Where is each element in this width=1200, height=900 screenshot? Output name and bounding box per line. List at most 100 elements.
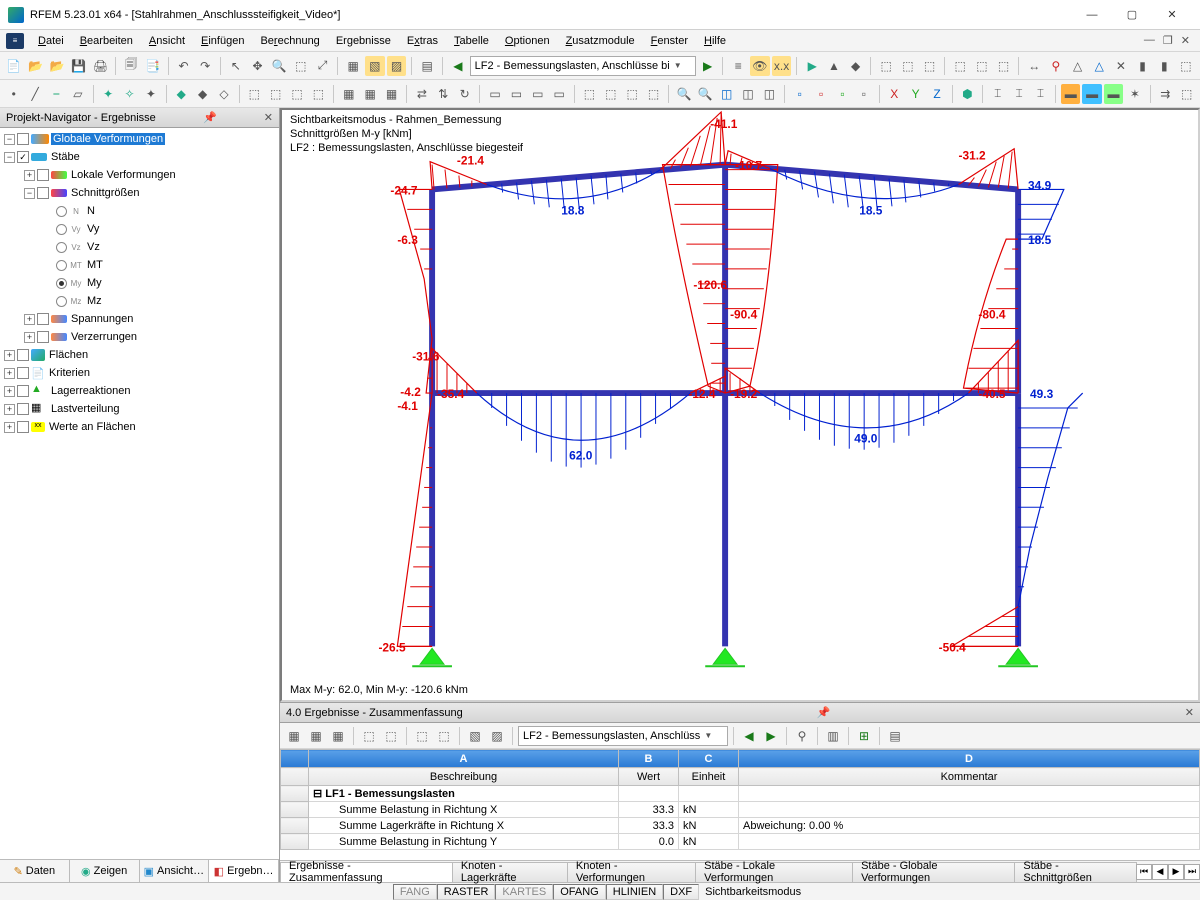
menu-ergebnisse[interactable]: Ergebnisse [328,33,399,49]
tree-lokale-verformungen[interactable]: Lokale Verformungen [69,169,178,181]
status-hlinien[interactable]: HLINIEN [606,884,663,900]
tree-expand-icon[interactable]: + [24,314,35,325]
results-grid[interactable]: A B C D Beschreibung Wert Einheit Kommen… [280,749,1200,860]
persp-icon[interactable]: ◫ [738,84,757,104]
status-dxf[interactable]: DXF [663,884,699,900]
misc12-icon[interactable]: ▮ [1133,56,1153,76]
t2c-icon[interactable]: ✦ [141,84,160,104]
misc4-icon[interactable]: ⬚ [898,56,918,76]
menu-zusatzmodule[interactable]: Zusatzmodule [558,33,643,49]
misc2-icon[interactable]: ◆ [846,56,866,76]
tree-force-mt[interactable]: MT [85,259,105,271]
tree-checkbox[interactable] [17,133,29,145]
misc1-icon[interactable]: ▲ [824,56,844,76]
col-hdr-blank[interactable] [281,768,309,786]
t2o-icon[interactable]: ⇅ [434,84,453,104]
t2l-icon[interactable]: ▦ [361,84,380,104]
tree-checkbox[interactable] [37,169,49,181]
sec-icon[interactable]: ⌶ [988,84,1007,104]
tree-checkbox[interactable] [37,331,49,343]
t2g-icon[interactable]: ⬚ [245,84,264,104]
misc13-icon[interactable]: ▮ [1154,56,1174,76]
menu-datei[interactable]: Datei [30,33,72,49]
zoom-win-icon[interactable]: ⬚ [291,56,311,76]
rtb-excel-icon[interactable]: ⊞ [854,726,874,746]
dims-icon[interactable]: ↔ [1024,56,1044,76]
tree-expand-icon[interactable]: + [4,422,15,433]
rtb-next-icon[interactable]: ▶ [761,726,781,746]
t2m-icon[interactable]: ▦ [382,84,401,104]
xy-icon[interactable]: ▫ [790,84,809,104]
print-icon[interactable]: 🖨 [91,56,111,76]
iso-icon[interactable]: ◫ [717,84,736,104]
render-icon[interactable]: ▧ [365,56,385,76]
t2t-icon[interactable]: ▭ [549,84,568,104]
status-fang[interactable]: FANG [393,884,437,900]
yz-icon[interactable]: ▫ [811,84,830,104]
tree-verzerrungen[interactable]: Verzerrungen [69,331,139,343]
t2k-icon[interactable]: ▦ [339,84,358,104]
t2s-icon[interactable]: ▭ [528,84,547,104]
mat-icon[interactable]: ▬ [1061,84,1080,104]
tree-expand-icon[interactable]: + [4,386,15,397]
navigator-tree[interactable]: −Globale Verformungen −✓Stäbe +Lokale Ve… [0,128,279,859]
end-icon[interactable]: ⇉ [1156,84,1175,104]
t2r-icon[interactable]: ▭ [507,84,526,104]
maximize-button[interactable]: ▢ [1112,1,1152,29]
model-canvas[interactable]: Sichtbarkeitsmodus - Rahmen_Bemessung Sc… [280,108,1200,702]
grid-corner[interactable] [281,750,309,768]
rtb-6-icon[interactable]: ⬚ [412,726,432,746]
mat4-icon[interactable]: ✶ [1125,84,1144,104]
misc6-icon[interactable]: ⬚ [972,56,992,76]
col-letter-d[interactable]: D [739,750,1200,768]
t2h-icon[interactable]: ⬚ [266,84,285,104]
results-on-icon[interactable]: 👁 [750,56,770,76]
t2y-icon[interactable]: 🔍 [674,84,693,104]
t2j-icon[interactable]: ⬚ [309,84,328,104]
nav-tab-ansicht[interactable]: ▣Ansicht… [140,860,210,882]
panel-pin-icon[interactable]: 📌 [817,706,831,719]
results-vals-icon[interactable]: x.x [772,56,792,76]
radio-n[interactable] [56,206,67,217]
copy-icon[interactable]: 🗐 [121,56,141,76]
t2v-icon[interactable]: ⬚ [601,84,620,104]
mdi-close-icon[interactable]: ✕ [1181,34,1190,47]
col-beschreibung[interactable]: Beschreibung [309,768,619,786]
proj-icon[interactable]: ⬚ [950,56,970,76]
line-icon[interactable]: ╱ [25,84,44,104]
related-icon[interactable]: 📂 [47,56,67,76]
tree-expand-icon[interactable]: + [24,332,35,343]
tree-force-vz[interactable]: Vz [85,241,102,253]
move-icon[interactable]: ✥ [248,56,268,76]
t2q-icon[interactable]: ▭ [485,84,504,104]
t2w-icon[interactable]: ⬚ [623,84,642,104]
rtb-2-icon[interactable]: ▦ [306,726,326,746]
t2a-icon[interactable]: ✦ [98,84,117,104]
pointer-icon[interactable]: ↖ [226,56,246,76]
t2p-icon[interactable]: ↻ [455,84,474,104]
t2e-icon[interactable]: ◆ [193,84,212,104]
tree-staebe[interactable]: Stäbe [49,151,82,163]
xz-icon[interactable]: ▫ [833,84,852,104]
nav-tab-ergebnisse[interactable]: ◧Ergebn… [209,860,279,882]
tree-collapse-icon[interactable]: − [4,152,15,163]
nav-tab-daten[interactable]: ✎Daten [0,860,70,882]
open-icon[interactable]: 📂 [26,56,46,76]
iso2-icon[interactable]: ▫ [854,84,873,104]
rtb-3-icon[interactable]: ▦ [328,726,348,746]
tree-expand-icon[interactable]: + [4,350,15,361]
tree-force-mz[interactable]: Mz [85,295,104,307]
t2d-icon[interactable]: ◆ [172,84,191,104]
rtb-prev-icon[interactable]: ◀ [739,726,759,746]
status-raster[interactable]: RASTER [437,884,496,900]
mat3-icon[interactable]: ▬ [1104,84,1123,104]
panel-close-icon[interactable]: ✕ [1185,706,1194,719]
t2x-icon[interactable]: ⬚ [644,84,663,104]
menu-einfuegen[interactable]: Einfügen [193,33,252,49]
status-kartes[interactable]: KARTES [495,884,553,900]
axx-icon[interactable]: X [885,84,904,104]
tree-lastverteilung[interactable]: Lastverteilung [49,403,122,415]
radio-mt[interactable] [56,260,67,271]
tree-checkbox[interactable] [17,403,29,415]
tree-checkbox[interactable] [17,385,29,397]
